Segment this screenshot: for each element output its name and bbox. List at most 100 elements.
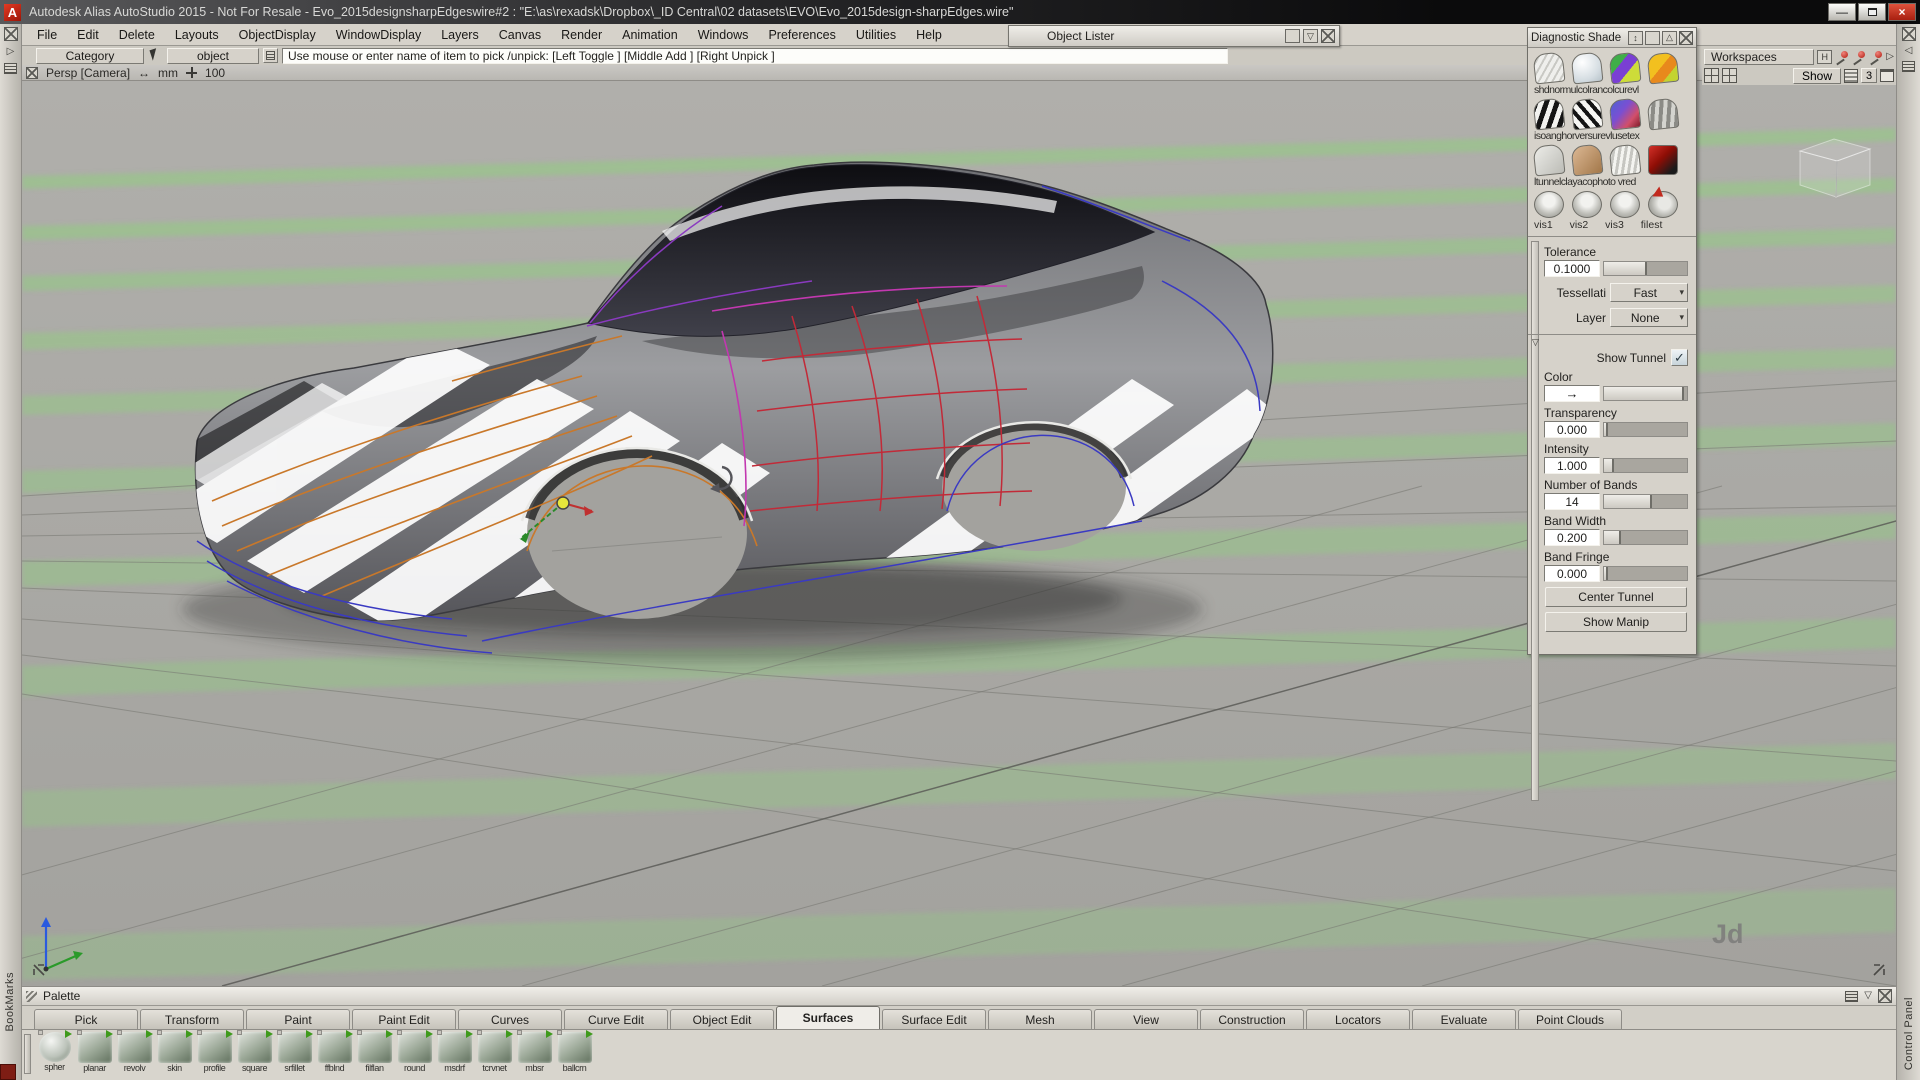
menu-windowdisplay[interactable]: WindowDisplay <box>327 26 430 44</box>
tool-revolv[interactable]: revolv <box>116 1030 153 1073</box>
workspace-pin2-icon[interactable] <box>1852 50 1866 64</box>
layout-quad-icon[interactable] <box>1722 68 1737 83</box>
right-strip-menu-icon[interactable] <box>1902 61 1915 72</box>
show-button[interactable]: Show <box>1792 67 1841 84</box>
control-panel-strip-label[interactable]: Control Panel <box>1903 997 1915 1070</box>
tab-paint[interactable]: Paint <box>246 1009 350 1029</box>
tab-pick[interactable]: Pick <box>34 1009 138 1029</box>
menu-file[interactable]: File <box>28 26 66 44</box>
tool-msdrf[interactable]: msdrf <box>436 1030 473 1073</box>
object-lister-window[interactable]: Object Lister ▽ <box>1008 25 1340 47</box>
tool-srfillet[interactable]: srfillet <box>276 1030 313 1073</box>
shader-norm-icon[interactable] <box>1570 51 1604 85</box>
shader-ver-icon[interactable] <box>1608 97 1642 131</box>
tab-view[interactable]: View <box>1094 1009 1198 1029</box>
viewport-units-label[interactable]: mm <box>158 66 178 80</box>
band-width-slider[interactable] <box>1603 530 1688 545</box>
palette-close-icon[interactable] <box>1878 989 1892 1003</box>
band-fringe-slider[interactable] <box>1603 566 1688 581</box>
color-map-button[interactable]: → <box>1544 385 1600 402</box>
category-button[interactable]: Category <box>36 47 144 64</box>
menu-render[interactable]: Render <box>552 26 611 44</box>
workspaces-button[interactable]: Workspaces <box>1704 48 1815 65</box>
tool-skin[interactable]: skin <box>156 1030 193 1073</box>
right-strip-collapse-icon[interactable]: ◁ <box>1905 46 1913 56</box>
shader-vis2-icon[interactable] <box>1572 191 1602 218</box>
left-strip-menu-icon[interactable] <box>4 63 17 74</box>
intensity-slider[interactable] <box>1603 458 1688 473</box>
left-strip-expand-icon[interactable]: ▷ <box>7 47 15 57</box>
object-button[interactable]: object <box>167 47 259 64</box>
diagnostic-shading-titlebar[interactable]: Diagnostic Shade ↕ △ <box>1528 28 1696 48</box>
band-fringe-field[interactable]: 0.000 <box>1544 565 1600 582</box>
right-strip-close-icon[interactable] <box>1901 27 1916 41</box>
left-strip-close-icon[interactable] <box>3 27 18 41</box>
object-lister-collapse-icon[interactable]: ▽ <box>1303 29 1318 43</box>
menu-layers[interactable]: Layers <box>432 26 488 44</box>
menu-help[interactable]: Help <box>907 26 951 44</box>
viewport-zoom-value[interactable]: 100 <box>205 66 225 80</box>
show-tunnel-checkbox[interactable]: ✓ <box>1671 349 1688 366</box>
transparency-field[interactable]: 0.000 <box>1544 421 1600 438</box>
tab-paint-edit[interactable]: Paint Edit <box>352 1009 456 1029</box>
bands-field[interactable]: 14 <box>1544 493 1600 510</box>
bands-slider[interactable] <box>1603 494 1688 509</box>
shader-rancol-icon[interactable] <box>1646 51 1680 85</box>
layout-grid-icon[interactable] <box>1704 68 1719 83</box>
tool-planar[interactable]: planar <box>76 1030 113 1073</box>
workspace-pin1-icon[interactable] <box>1835 50 1849 64</box>
menu-edit[interactable]: Edit <box>68 26 108 44</box>
tolerance-slider[interactable] <box>1603 261 1688 276</box>
tool-ballcrn[interactable]: ballcrn <box>556 1030 593 1073</box>
object-lister-pin-icon[interactable] <box>1285 29 1300 43</box>
tolerance-field[interactable]: 0.1000 <box>1544 260 1600 277</box>
intensity-field[interactable]: 1.000 <box>1544 457 1600 474</box>
tab-curves[interactable]: Curves <box>458 1009 562 1029</box>
palette-menu-icon[interactable] <box>1845 990 1859 1002</box>
palette-resize-icon[interactable] <box>26 990 37 1002</box>
tab-locators[interactable]: Locators <box>1306 1009 1410 1029</box>
menu-layouts[interactable]: Layouts <box>166 26 228 44</box>
shader-acophoto-icon[interactable] <box>1608 143 1642 177</box>
diag-pin-icon[interactable] <box>1645 30 1660 45</box>
diag-dock-icon[interactable]: ↕ <box>1628 30 1643 45</box>
color-slider[interactable] <box>1603 386 1688 401</box>
restore-button[interactable] <box>1858 3 1886 21</box>
tab-object-edit[interactable]: Object Edit <box>670 1009 774 1029</box>
tool-ffblnd[interactable]: ffblnd <box>316 1030 353 1073</box>
object-lister-close-icon[interactable] <box>1321 29 1335 43</box>
tab-mesh[interactable]: Mesh <box>988 1009 1092 1029</box>
viewport-camera-label[interactable]: Persp [Camera] <box>46 66 130 80</box>
tab-evaluate[interactable]: Evaluate <box>1412 1009 1516 1029</box>
shader-hor-icon[interactable] <box>1570 97 1604 131</box>
tool-round[interactable]: round <box>396 1030 433 1073</box>
tab-surface-edit[interactable]: Surface Edit <box>882 1009 986 1029</box>
diag-collapse-icon[interactable]: △ <box>1662 30 1677 45</box>
diag-close-icon[interactable] <box>1679 30 1693 45</box>
center-tunnel-button[interactable]: Center Tunnel <box>1545 587 1687 607</box>
tessellation-dropdown[interactable]: Fast ▾ <box>1610 283 1688 302</box>
menu-canvas[interactable]: Canvas <box>490 26 550 44</box>
single-window-icon[interactable] <box>1880 69 1894 82</box>
layer-dropdown[interactable]: None ▾ <box>1610 308 1688 327</box>
show-manip-button[interactable]: Show Manip <box>1545 612 1687 632</box>
workspace-pin3-icon[interactable] <box>1869 50 1883 64</box>
section-collapse-icon[interactable]: ▽ <box>1532 337 1539 348</box>
shader-vis1-icon[interactable] <box>1534 191 1564 218</box>
tool-spher[interactable]: spher <box>36 1030 73 1072</box>
window-titlebar[interactable]: A Autodesk Alias AutoStudio 2015 - Not F… <box>0 0 1920 24</box>
prompt-history-icon[interactable] <box>263 48 278 63</box>
minimize-button[interactable]: — <box>1828 3 1856 21</box>
tool-tcrvnet[interactable]: tcrvnet <box>476 1030 513 1073</box>
tool-filflan[interactable]: filflan <box>356 1030 393 1073</box>
diag-scrollbar[interactable] <box>1531 241 1539 801</box>
shader-shd-icon[interactable] <box>1532 51 1566 85</box>
shader-clay-icon[interactable] <box>1570 143 1604 177</box>
menu-objectdisplay[interactable]: ObjectDisplay <box>230 26 325 44</box>
shader-ltunnel-icon[interactable] <box>1532 143 1566 177</box>
shader-surevl-icon[interactable] <box>1646 97 1680 131</box>
tab-curve-edit[interactable]: Curve Edit <box>564 1009 668 1029</box>
tab-transform[interactable]: Transform <box>140 1009 244 1029</box>
menu-preferences[interactable]: Preferences <box>759 26 844 44</box>
shelf-handle[interactable] <box>24 1034 31 1074</box>
